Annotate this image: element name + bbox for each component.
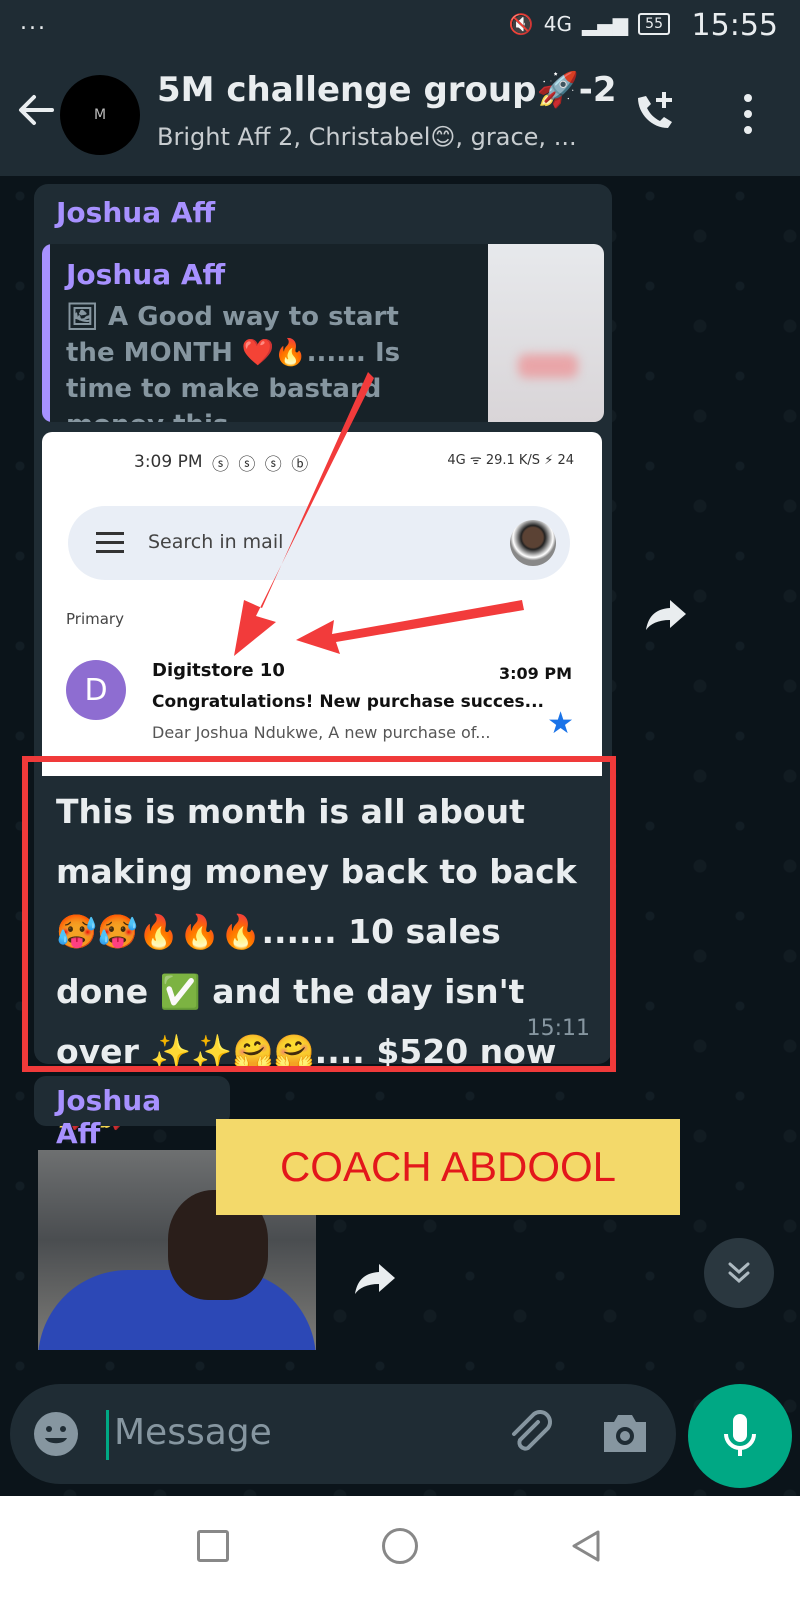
email-screenshot-image[interactable]: 3:09 PM ⓢ ⓢ ⓢ ⓑ 4G ᯤ 29.1 K/S ⚡ 24 Searc… (42, 432, 602, 776)
camera-icon[interactable] (600, 1410, 650, 1456)
message-input[interactable]: Message (114, 1412, 272, 1453)
quoted-sender: Joshua Aff (66, 258, 226, 291)
group-members[interactable]: Bright Aff 2, Christabel😊, grace, ... (157, 123, 577, 151)
forward-icon[interactable] (353, 1260, 397, 1296)
mail-search-bar: Search in mail (68, 506, 570, 580)
menu-icon (96, 532, 124, 554)
chat-area[interactable]: Joshua Aff Joshua Aff 🖼 A Good way to st… (0, 176, 800, 1496)
signal-icon: ▂▄▆ (582, 12, 629, 36)
voice-message-button[interactable] (688, 1384, 792, 1488)
attach-icon[interactable] (504, 1408, 556, 1460)
add-call-icon[interactable] (630, 88, 678, 136)
double-chevron-down-icon (728, 1262, 750, 1284)
chat-header: M 5M challenge group🚀-2 Bright Aff 2, Ch… (0, 50, 800, 176)
sender-name[interactable]: Joshua Aff (34, 1076, 230, 1150)
profile-avatar (510, 520, 556, 566)
email-from: Digitst⁠ore 10 (152, 660, 285, 681)
group-title[interactable]: 5M challenge group🚀-2 (157, 70, 617, 110)
screenshot-time: 3:09 PM (134, 452, 203, 472)
quoted-thumbnail (488, 244, 604, 422)
recents-button[interactable] (197, 1530, 229, 1562)
mute-icon: 🔇 (508, 12, 534, 36)
network-label: 4G (543, 12, 573, 36)
clock: 15:55 (691, 8, 778, 43)
message-compose-bar: Message (10, 1384, 676, 1484)
quoted-message[interactable]: Joshua Aff 🖼 A Good way to start the MON… (42, 244, 604, 422)
text-cursor (106, 1410, 109, 1460)
highlight-box (22, 756, 616, 1072)
forward-icon[interactable] (644, 596, 688, 632)
email-time: 3:09 PM (498, 664, 572, 683)
screenshot-system-icons: 4G ᯤ 29.1 K/S ⚡ 24 (447, 453, 574, 468)
star-icon: ★ (547, 706, 574, 741)
watermark-label: COACH ABDOOL (216, 1119, 680, 1215)
mail-search-placeholder: Search in mail (148, 531, 284, 553)
sender-avatar: D (66, 660, 126, 720)
inbox-section-label: Primary (66, 610, 124, 628)
more-options-icon[interactable] (738, 92, 758, 136)
notification-dots: ... (20, 10, 47, 35)
sender-name[interactable]: Joshua Aff (56, 196, 215, 229)
status-bar: ... 🔇 4G ▂▄▆ 55 15:55 (0, 0, 800, 50)
quoted-text: 🖼 A Good way to start the MONTH ❤️🔥.....… (66, 302, 401, 422)
emoji-icon[interactable] (32, 1410, 80, 1458)
scroll-to-bottom-button[interactable] (704, 1238, 774, 1308)
back-button[interactable] (568, 1528, 604, 1564)
home-button[interactable] (382, 1528, 418, 1564)
back-arrow-icon[interactable] (14, 88, 58, 132)
microphone-icon (724, 1414, 756, 1456)
screenshot-status-icons: ⓢ ⓢ ⓢ ⓑ (212, 455, 311, 475)
email-snippet: Dear Joshua Ndukwe, A new purchase of... (152, 723, 491, 742)
group-avatar[interactable]: M (60, 75, 140, 155)
email-subject: Congratulations! New purchase succes... (152, 692, 544, 712)
system-navigation-bar (0, 1496, 800, 1600)
battery-icon: 55 (638, 13, 670, 35)
